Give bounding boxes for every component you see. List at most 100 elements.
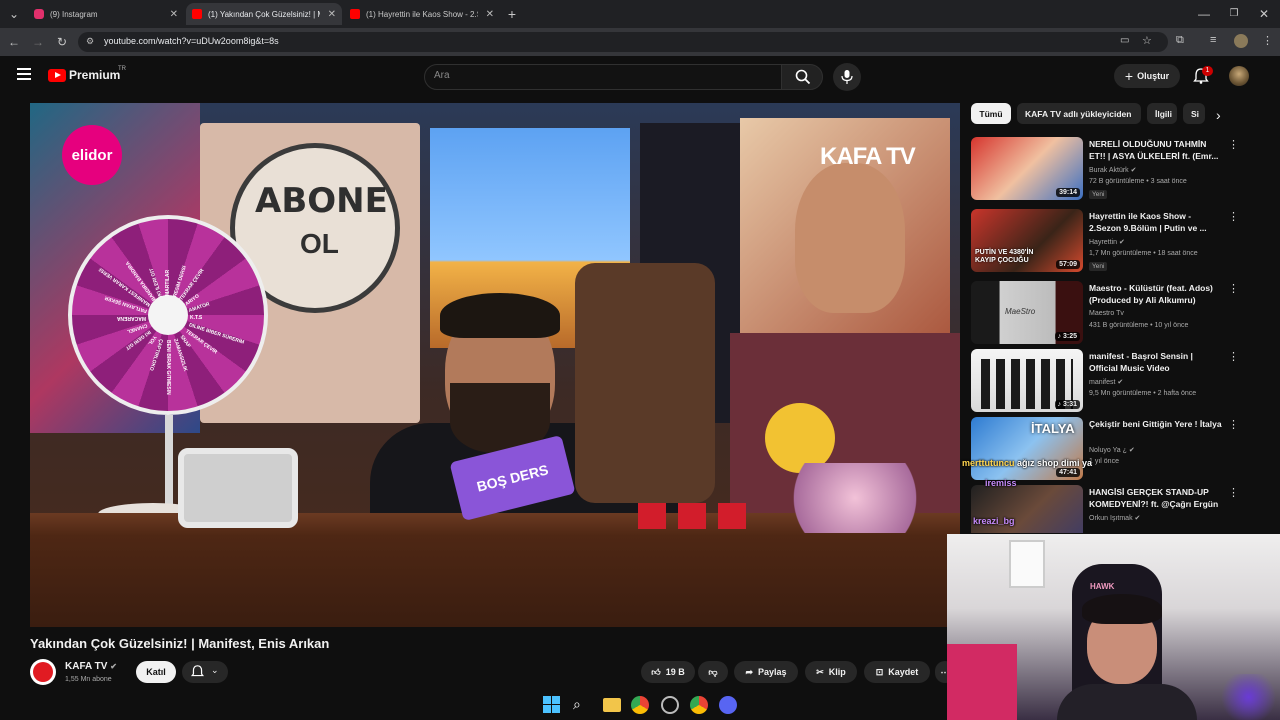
recommendation-item[interactable]: MaeStro ♪ 3:25 Maestro - Külüstür (feat.… bbox=[970, 281, 1250, 345]
video-thumbnail[interactable]: PUTİN VE 4380'İN KAYIP ÇOCUĞU 57:09 bbox=[971, 209, 1083, 272]
video-thumbnail[interactable]: İTALYA 47:41 bbox=[971, 417, 1083, 480]
share-button[interactable]: ➦ Paylaş bbox=[734, 661, 798, 683]
restore-icon[interactable]: ❐ bbox=[1226, 6, 1242, 22]
rec-title[interactable]: manifest - Başrol Sensin | Official Musi… bbox=[1089, 350, 1224, 374]
new-tab-icon[interactable]: + bbox=[504, 6, 520, 22]
channel-avatar[interactable] bbox=[30, 659, 56, 685]
save-button[interactable]: ⊡ Kaydet bbox=[864, 661, 930, 683]
recommendation-item[interactable]: İTALYA 47:41 Çekiştir beni Gittiğin Yere… bbox=[970, 417, 1250, 481]
streamer-hair bbox=[1082, 594, 1162, 624]
elidor-logo: elidor bbox=[62, 125, 122, 185]
discord-icon[interactable] bbox=[719, 696, 737, 714]
tab-instagram[interactable]: (9) Instagram ✕ bbox=[28, 3, 184, 25]
new-badge: Yeni bbox=[1089, 190, 1108, 199]
more-options-icon[interactable]: ⋮ bbox=[1228, 486, 1239, 499]
minimize-icon[interactable]: — bbox=[1196, 6, 1212, 22]
more-options-icon[interactable]: ⋮ bbox=[1228, 138, 1239, 151]
rec-channel[interactable]: Maestro Tv bbox=[1089, 310, 1124, 317]
rec-title[interactable]: NERELİ OLDUĞUNU TAHMİN ET!! | ASYA ÜLKEL… bbox=[1089, 138, 1224, 162]
account-avatar[interactable] bbox=[1229, 66, 1249, 86]
streamer-webcam: HAWK bbox=[947, 534, 1280, 720]
save-playlist-icon: ⊡ bbox=[875, 666, 884, 677]
subscription-bell-button[interactable]: ⌄ bbox=[182, 661, 228, 683]
video-thumbnail[interactable]: 39:14 bbox=[971, 137, 1083, 200]
rgb-light bbox=[1217, 674, 1280, 720]
channel-name[interactable]: KAFA TV ✔ bbox=[65, 661, 117, 672]
tab-youtube-active[interactable]: (1) Yakından Çok Güzelsiniz! | Ma ✕ bbox=[186, 3, 342, 25]
rec-title[interactable]: HANGİSİ GERÇEK STAND-UP KOMEDYENİ?! ft. … bbox=[1089, 486, 1224, 510]
reading-list-icon[interactable]: ≡ bbox=[1210, 34, 1216, 46]
rec-title[interactable]: Çekiştir beni Gittiğin Yere ! İtalya bbox=[1089, 418, 1224, 430]
profile-avatar[interactable] bbox=[1234, 34, 1248, 48]
rec-channel[interactable]: Hayrettin ✔ bbox=[1089, 238, 1125, 246]
chevron-right-icon[interactable]: › bbox=[1216, 107, 1221, 123]
search-input[interactable] bbox=[424, 64, 782, 90]
rec-channel[interactable]: Orkun Işıtmak ✔ bbox=[1089, 514, 1140, 522]
chip-partial[interactable]: Si bbox=[1183, 103, 1205, 124]
back-icon[interactable]: ← bbox=[6, 34, 22, 50]
voice-search-button[interactable] bbox=[833, 63, 861, 91]
video-thumbnail[interactable]: MaeStro ♪ 3:25 bbox=[971, 281, 1083, 344]
rec-channel[interactable]: Burak Aktürk ✔ bbox=[1089, 166, 1137, 174]
chip-all[interactable]: Tümü bbox=[971, 103, 1011, 124]
cast-icon[interactable]: ▭ bbox=[1120, 35, 1129, 46]
chip-from-uploader[interactable]: KAFA TV adlı yükleyiciden bbox=[1017, 103, 1141, 124]
bookmark-star-icon[interactable]: ☆ bbox=[1142, 34, 1152, 47]
create-label: Oluştur bbox=[1137, 71, 1170, 81]
duration-badge: 57:09 bbox=[1056, 260, 1080, 269]
close-icon[interactable]: ✕ bbox=[486, 9, 494, 20]
recommendation-item[interactable]: PUTİN VE 4380'İN KAYIP ÇOCUĞU 57:09 Hayr… bbox=[970, 209, 1250, 273]
duration-badge: 39:14 bbox=[1056, 188, 1080, 197]
duration-badge: ♪ 3:31 bbox=[1054, 400, 1080, 409]
extensions-icon[interactable]: ⧉ bbox=[1176, 34, 1184, 47]
abone-text: ABONE bbox=[255, 181, 388, 221]
youtube-premium-logo[interactable]: Premium bbox=[69, 68, 120, 82]
more-options-icon[interactable]: ⋮ bbox=[1228, 350, 1239, 363]
tab-title: (9) Instagram bbox=[50, 9, 98, 19]
youtube-logo-icon[interactable] bbox=[48, 69, 66, 82]
create-button[interactable]: + Oluştur bbox=[1114, 64, 1180, 88]
dislike-button[interactable]: 👎︎ bbox=[698, 661, 728, 683]
hamburger-menu-icon[interactable] bbox=[17, 68, 31, 80]
forward-icon[interactable]: → bbox=[30, 34, 46, 50]
windows-start-icon[interactable] bbox=[543, 696, 561, 714]
rec-channel[interactable]: Noluyo Ya ¿ ✔ bbox=[1089, 446, 1135, 454]
thumb-caption: İTALYA bbox=[1031, 421, 1075, 436]
recommendation-item[interactable]: 39:14 NERELİ OLDUĞUNU TAHMİN ET!! | ASYA… bbox=[970, 137, 1250, 201]
reload-icon[interactable]: ↻ bbox=[54, 34, 70, 50]
video-title: Yakından Çok Güzelsiniz! | Manifest, Eni… bbox=[30, 636, 330, 651]
menu-icon[interactable]: ⋮ bbox=[1262, 34, 1273, 47]
rec-title[interactable]: Maestro - Külüstür (feat. Ados) (Produce… bbox=[1089, 282, 1224, 306]
app-icon[interactable] bbox=[661, 696, 679, 714]
chrome-icon[interactable] bbox=[631, 696, 649, 714]
join-button[interactable]: Katıl bbox=[136, 661, 176, 683]
tab-youtube-kaos[interactable]: (1) Hayrettin ile Kaos Show - 2.S ✕ bbox=[344, 3, 500, 25]
region-code: TR bbox=[118, 66, 126, 72]
video-player[interactable]: ABONE OL elidor KAFA TV MARTILAR RESİM DE… bbox=[30, 103, 960, 627]
recommendation-item[interactable]: ♪ 3:31 manifest - Başrol Sensin | Offici… bbox=[970, 349, 1250, 413]
clip-button[interactable]: ✂ Klip bbox=[805, 661, 857, 683]
retro-tv-toy bbox=[178, 448, 298, 528]
notification-count-badge: 1 bbox=[1202, 66, 1213, 76]
youtube-icon bbox=[192, 9, 202, 19]
chrome-icon[interactable] bbox=[690, 696, 708, 714]
video-thumbnail[interactable]: ♪ 3:31 bbox=[971, 349, 1083, 412]
search-icon[interactable]: ⌕ bbox=[573, 696, 591, 714]
more-options-icon[interactable]: ⋮ bbox=[1228, 210, 1239, 223]
close-icon[interactable]: ✕ bbox=[328, 9, 336, 20]
chip-related[interactable]: İlgili bbox=[1147, 103, 1177, 124]
figurines bbox=[760, 463, 950, 533]
more-options-icon[interactable]: ⋮ bbox=[1228, 282, 1239, 295]
close-window-icon[interactable]: ✕ bbox=[1256, 6, 1272, 22]
tab-search-icon[interactable]: ⌄ bbox=[6, 6, 22, 22]
site-info-icon[interactable]: ⚙ bbox=[86, 36, 94, 47]
file-explorer-icon[interactable] bbox=[603, 698, 621, 712]
rec-title[interactable]: Hayrettin ile Kaos Show - 2.Sezon 9.Bölü… bbox=[1089, 210, 1224, 234]
like-button[interactable]: 👍︎ 19 B bbox=[641, 661, 695, 683]
search-button[interactable] bbox=[781, 64, 823, 90]
rec-channel[interactable]: manifest ✔ bbox=[1089, 378, 1123, 386]
more-options-icon[interactable]: ⋮ bbox=[1228, 418, 1239, 431]
close-icon[interactable]: ✕ bbox=[170, 9, 178, 20]
wheel-label: K.T.S bbox=[190, 315, 203, 321]
thumbs-down-icon: 👎︎ bbox=[708, 666, 718, 677]
